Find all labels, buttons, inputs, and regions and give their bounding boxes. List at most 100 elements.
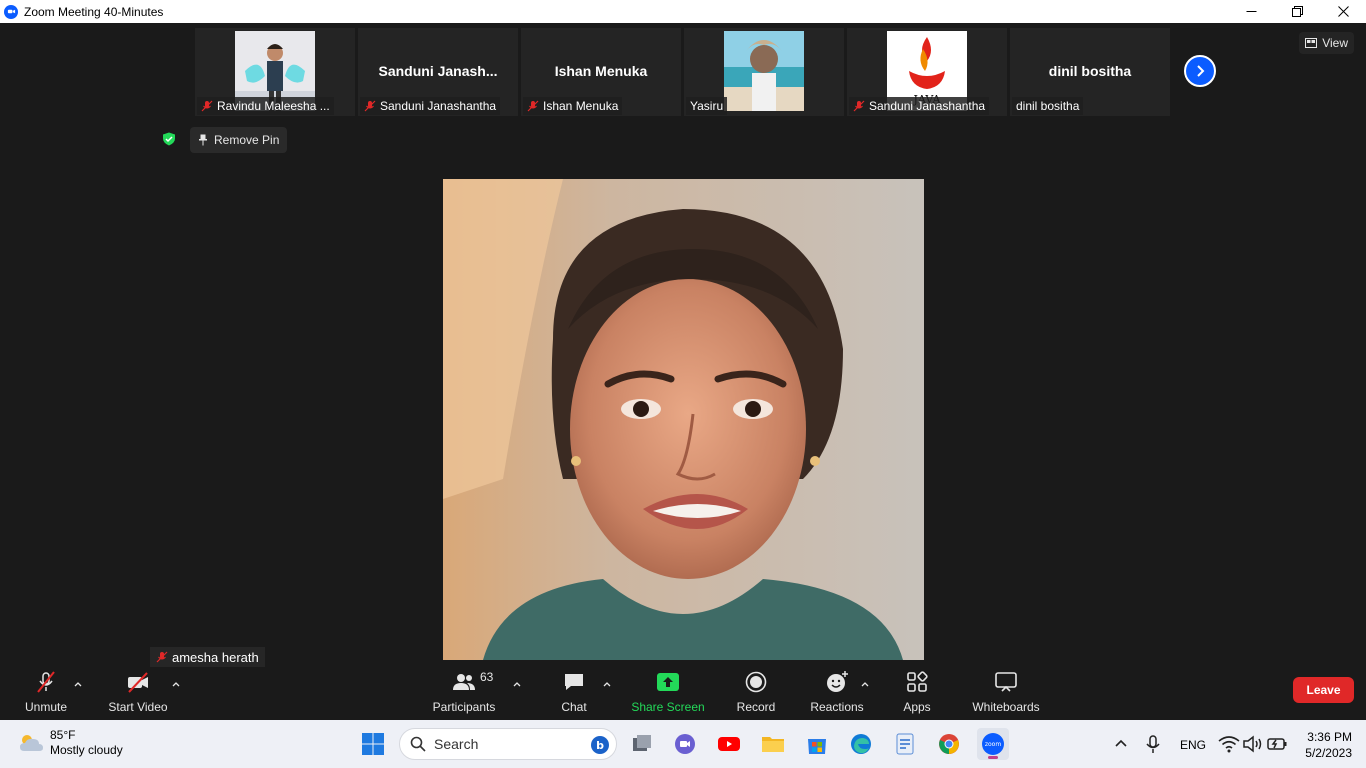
active-speaker-video[interactable] [443,179,924,660]
participant-thumbnail[interactable]: JAVA Sanduni Janashantha [847,28,1007,116]
next-page-button[interactable] [1184,55,1216,87]
search-placeholder: Search [434,736,479,752]
document-app-icon [896,733,914,755]
active-speaker-name-label: amesha herath [150,647,265,667]
weather-temperature: 85°F [50,728,76,742]
active-app-indicator [988,756,998,759]
participant-name: dinil bositha [1016,99,1080,113]
chevron-right-icon [1197,65,1205,77]
volume-tray-icon[interactable] [1240,728,1266,760]
audio-options-caret[interactable] [73,676,83,687]
record-icon [745,671,767,693]
reactions-options-caret[interactable] [860,676,870,687]
apps-label: Apps [903,700,931,714]
chevron-up-icon [861,682,869,687]
bing-icon[interactable]: b [590,735,610,755]
meeting-toolbar: Unmute Start Video Participants 63 Chat … [0,668,1366,720]
share-screen-label: Share Screen [631,700,705,714]
video-chat-icon [675,734,695,754]
chat-icon [565,674,583,690]
zoom-logo-icon [4,4,18,19]
participant-name: Sanduni Janashantha [380,99,497,113]
record-button[interactable]: Record [736,668,776,720]
taskbar-clock[interactable]: 3:36 PM 5/2/2023 [1305,729,1352,761]
chrome-browser-button[interactable] [933,728,965,760]
share-screen-icon [657,673,679,691]
participants-options-caret[interactable] [512,676,522,687]
chat-options-caret[interactable] [602,676,612,687]
video-options-caret[interactable] [171,676,181,687]
grid-view-icon [1305,38,1318,48]
participant-name-label: dinil bositha [1012,97,1084,115]
remove-pin-button[interactable]: Remove Pin [190,127,288,153]
microsoft-store-button[interactable] [801,728,833,760]
cloud-sun-icon [20,735,43,751]
start-video-label: Start Video [108,700,168,714]
edge-browser-button[interactable] [845,728,877,760]
leave-button[interactable]: Leave [1293,677,1354,703]
participants-label: Participants [432,700,496,714]
wifi-icon [1218,736,1240,753]
participant-display-name: dinil bositha [1048,63,1132,79]
start-video-button[interactable]: Start Video [108,668,168,720]
window-title: Zoom Meeting 40-Minutes [24,4,164,19]
reactions-button[interactable]: Reactions [810,668,864,720]
whiteboards-button[interactable]: Whiteboards [972,668,1040,720]
wifi-tray-icon[interactable] [1216,728,1242,760]
input-language-indicator[interactable]: ENG [1180,738,1206,752]
remove-pin-label: Remove Pin [214,133,280,147]
teams-chat-button[interactable] [669,728,701,760]
participant-name-label: Ravindu Maleesha ... [197,97,334,115]
chevron-up-icon [172,682,180,687]
minimize-button[interactable] [1228,0,1274,23]
unmute-label: Unmute [24,700,68,714]
weather-widget[interactable]: 85°F Mostly cloudy [18,728,123,758]
participant-thumbnail[interactable]: dinil bositha dinil bositha [1010,28,1170,116]
participant-thumbnail[interactable]: Ravindu Maleesha ... [195,28,355,116]
participant-name: Ishan Menuka [543,99,619,113]
show-hidden-icons-button[interactable] [1106,728,1136,760]
youtube-app-button[interactable] [713,728,745,760]
security-shield-icon[interactable] [162,132,176,146]
restore-button[interactable] [1274,0,1320,23]
microphone-icon [1146,735,1160,753]
participant-name-label: Sanduni Janashantha [360,97,501,115]
folder-icon [762,737,784,752]
chevron-up-icon [603,682,611,687]
participant-thumbnail[interactable]: Sanduni Janash... Sanduni Janashantha [358,28,518,116]
battery-tray-icon[interactable] [1264,728,1290,760]
unmute-button[interactable]: Unmute [22,668,70,720]
mic-muted-icon [201,100,213,112]
participant-name-label: Sanduni Janashantha [849,97,990,115]
clock-date: 5/2/2023 [1305,746,1352,760]
file-explorer-button[interactable] [757,728,789,760]
share-screen-button[interactable]: Share Screen [631,668,705,720]
participant-thumbnail[interactable]: Ishan Menuka Ishan Menuka [521,28,681,116]
participants-count: 63 [480,670,494,684]
microphone-tray-button[interactable] [1138,728,1168,760]
chevron-up-icon [74,682,82,687]
zoom-app-button[interactable]: zoom [977,728,1009,760]
taskbar-search-box[interactable]: Search b [399,728,617,760]
active-speaker-name: amesha herath [172,649,259,665]
close-button[interactable] [1320,0,1366,23]
apps-button[interactable]: Apps [900,668,934,720]
view-button[interactable]: View [1299,32,1354,54]
task-view-icon [633,735,651,751]
participant-thumbnail[interactable]: Yasiru [684,28,844,116]
participant-name-label: Yasiru [686,97,728,115]
chevron-up-icon [513,682,521,687]
smiley-add-icon [827,671,848,692]
start-button[interactable] [357,728,389,760]
whiteboards-label: Whiteboards [972,700,1040,714]
task-view-button[interactable] [626,728,658,760]
meeting-area: Ravindu Maleesha ... Sanduni Janash... S… [0,23,1366,720]
windows-taskbar: 85°F Mostly cloudy Search b zoom ENG 3:3… [0,720,1366,768]
windows-start-icon [362,733,384,755]
chat-button[interactable]: Chat [556,668,592,720]
search-icon [410,736,426,752]
participant-name-label: Ishan Menuka [523,97,623,115]
view-label: View [1322,36,1348,50]
notepad-app-button[interactable] [889,728,921,760]
speaker-icon [1243,735,1262,753]
